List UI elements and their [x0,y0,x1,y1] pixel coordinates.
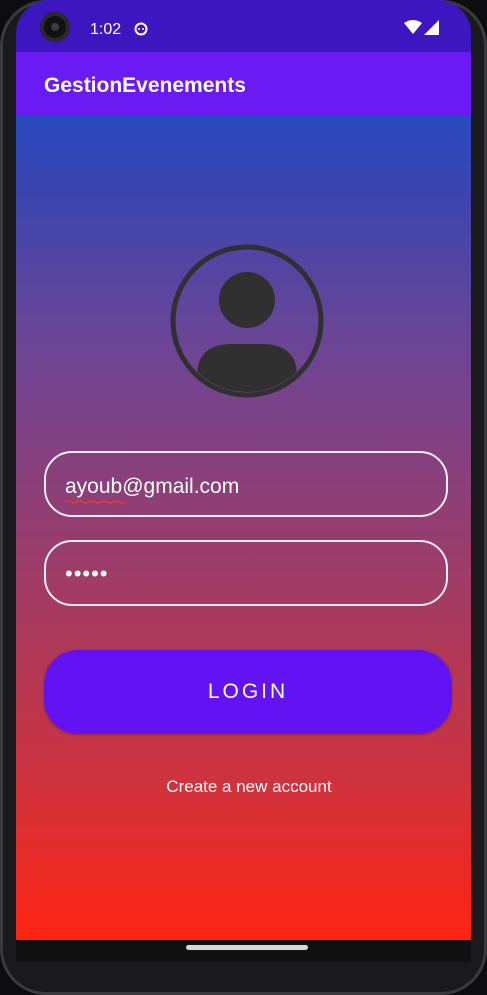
phone-frame: 1:02 GestionEvenements ayoub@gmail.com •… [0,0,487,995]
wifi-icon [404,20,422,40]
front-camera [40,12,70,42]
home-indicator[interactable] [186,945,308,950]
email-field[interactable]: ayoub@gmail.com [44,451,448,517]
email-value: ayoub@gmail.com [65,475,240,498]
app-screen: 1:02 GestionEvenements ayoub@gmail.com •… [16,0,471,940]
status-icons [404,20,439,40]
android-head-icon [134,22,148,41]
cell-signal-icon [424,20,439,40]
password-field[interactable]: ••••• [44,540,448,606]
status-time: 1:02 [90,21,122,38]
create-account-link[interactable]: Create a new account [16,777,471,797]
person-circle-icon [170,244,324,398]
navigation-area [16,940,471,962]
spellcheck-underline [65,500,126,504]
status-bar: 1:02 [16,0,471,52]
app-bar: GestionEvenements [16,52,471,116]
password-value: ••••• [65,561,109,586]
app-title: GestionEvenements [44,74,246,97]
login-button[interactable]: LOGIN [44,650,452,734]
